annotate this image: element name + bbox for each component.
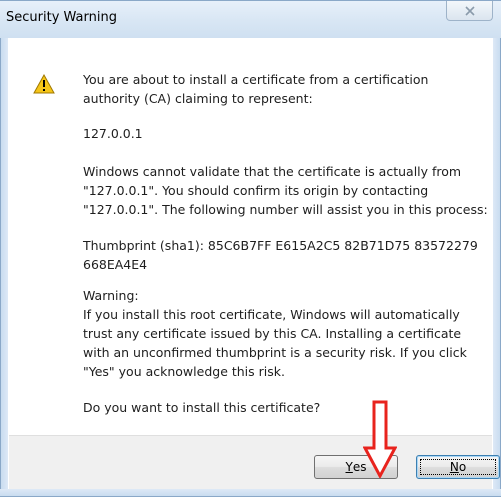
validation-text: Windows cannot validate that the certifi…	[83, 164, 488, 217]
thumbprint-text: Thumbprint (sha1): 85C6B7FF E615A2C5 82B…	[83, 238, 478, 272]
button-bar: Yes No	[9, 435, 500, 490]
window-frame-bottom	[0, 489, 501, 497]
focus-ring	[420, 459, 496, 475]
yes-mnemonic: Y	[345, 460, 353, 474]
window-frame-right	[493, 0, 501, 497]
security-warning-dialog: Security Warning You are about to instal…	[0, 0, 501, 497]
warning-icon	[33, 74, 55, 94]
dialog-content: You are about to install a certificate f…	[9, 38, 492, 435]
red-down-arrow-icon	[363, 400, 397, 478]
warning-body: If you install this root certificate, Wi…	[83, 307, 467, 379]
close-button[interactable]	[446, 1, 493, 21]
warning-heading: Warning:	[83, 288, 139, 303]
intro-text: You are about to install a certificate f…	[83, 72, 429, 106]
close-icon	[464, 5, 475, 16]
title-bar[interactable]: Security Warning	[0, 0, 501, 38]
no-button[interactable]: No	[416, 455, 500, 479]
window-title: Security Warning	[6, 10, 117, 25]
host-text: 127.0.0.1	[83, 126, 143, 141]
window-frame-left	[0, 0, 8, 497]
question-text: Do you want to install this certificate?	[83, 400, 321, 415]
